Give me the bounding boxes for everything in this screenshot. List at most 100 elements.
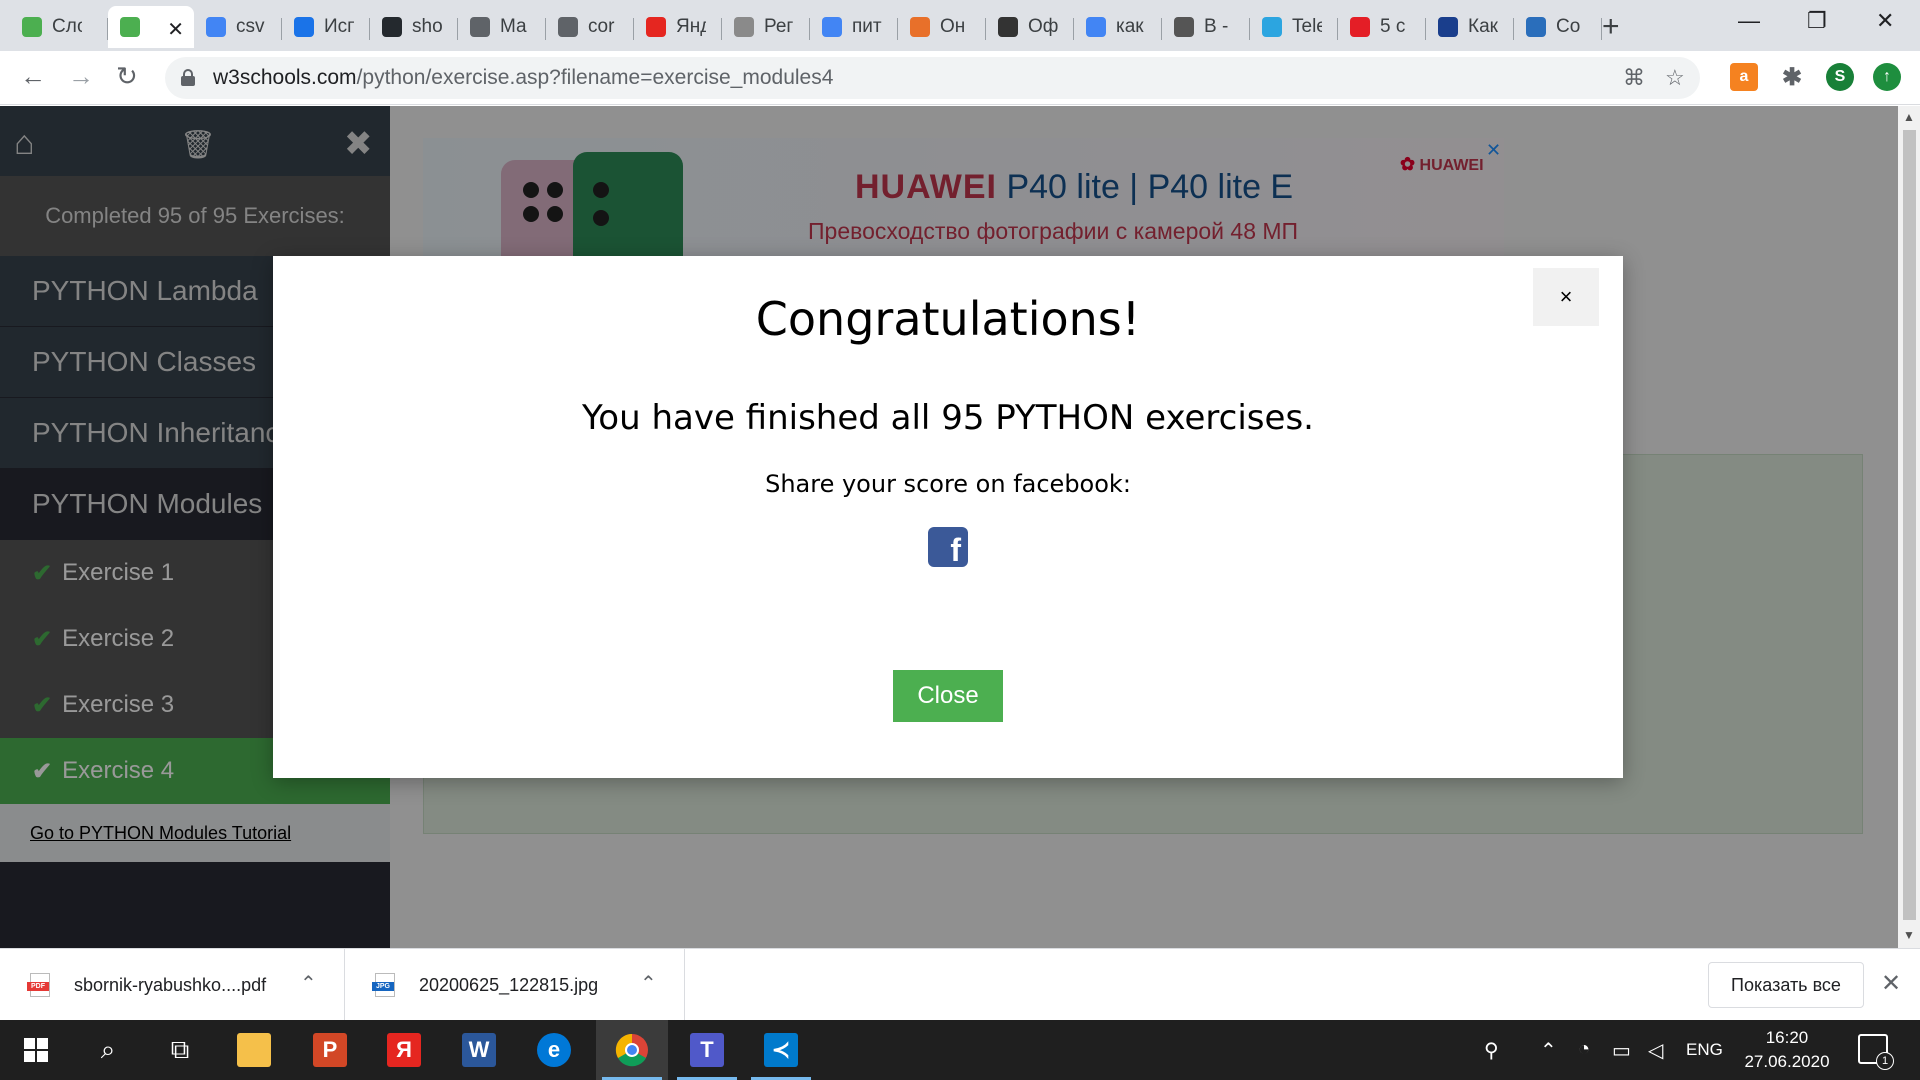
shopping-extension-icon[interactable]: a — [1730, 63, 1758, 91]
windows-taskbar: ⌕ ⧉ P Я W e T ≺ ⚲ ⌃ ◔ ▭ ◁ ENG 16:20 27.0… — [0, 1020, 1920, 1080]
google-icon — [206, 17, 226, 37]
browser-tab[interactable]: Ма — [458, 6, 546, 48]
robot-icon — [1174, 17, 1194, 37]
close-shelf-icon[interactable]: ✕ — [1881, 969, 1901, 998]
download-item[interactable]: PDF sbornik-ryabushko....pdf ⌃ — [0, 949, 345, 1021]
pdf-file-icon: PDF — [27, 973, 50, 997]
congratulations-modal: × Congratulations! You have finished all… — [273, 256, 1623, 778]
url-text: w3schools.com/python/exercise.asp?filena… — [213, 66, 834, 89]
windows-start-icon[interactable] — [0, 1020, 72, 1080]
tab-title: В - — [1204, 16, 1229, 37]
people-icon[interactable]: ⚲ — [1484, 1038, 1499, 1063]
tab-title: Рег — [764, 16, 794, 37]
edge-icon[interactable]: e — [518, 1020, 590, 1080]
minimize-icon[interactable]: — — [1738, 8, 1760, 34]
google-icon — [822, 17, 842, 37]
browser-tab[interactable]: Он — [898, 6, 986, 48]
browser-tab[interactable]: cor — [546, 6, 634, 48]
search-icon[interactable]: ⌕ — [72, 1020, 144, 1080]
browser-tab[interactable]: как — [1074, 6, 1162, 48]
browser-tab[interactable]: csv — [194, 6, 282, 48]
file-explorer-icon[interactable] — [218, 1020, 290, 1080]
scroll-up-icon[interactable]: ▲ — [1903, 110, 1915, 124]
translate-icon[interactable]: ⌘ — [1623, 65, 1645, 91]
new-tab-button[interactable]: + — [1602, 10, 1620, 44]
tab-title: пит — [852, 16, 882, 37]
scroll-down-icon[interactable]: ▼ — [1903, 928, 1915, 942]
browser-tab[interactable]: sho — [370, 6, 458, 48]
browser-tab[interactable]: Tele — [1250, 6, 1338, 48]
vscode-icon[interactable]: ≺ — [745, 1020, 817, 1080]
show-hidden-icons-icon[interactable]: ⌃ — [1540, 1038, 1557, 1063]
language-indicator[interactable]: ENG — [1686, 1040, 1723, 1060]
browser-tab-active[interactable]: ✕ — [108, 6, 194, 48]
browser-tab[interactable]: В - — [1162, 6, 1250, 48]
task-view-icon[interactable]: ⧉ — [144, 1020, 216, 1080]
download-item[interactable]: JPG 20200625_122815.jpg ⌃ — [345, 949, 685, 1021]
tab-title: Ма — [500, 16, 527, 37]
browser-tab[interactable]: Сло — [10, 6, 108, 48]
chrome-icon[interactable] — [596, 1020, 668, 1080]
tab-title: Янд — [676, 16, 706, 37]
address-bar[interactable]: w3schools.com/python/exercise.asp?filena… — [165, 57, 1700, 99]
modal-title: Congratulations! — [755, 292, 1141, 346]
scrollbar-thumb[interactable] — [1903, 130, 1916, 920]
tab-title: Tele — [1292, 16, 1322, 37]
browser-tab[interactable]: Оф — [986, 6, 1074, 48]
github-icon — [382, 17, 402, 37]
facebook-icon[interactable]: f — [928, 527, 968, 567]
close-button[interactable]: Close — [893, 670, 1003, 722]
profile-avatar[interactable]: S — [1826, 63, 1854, 91]
google-icon — [1086, 17, 1106, 37]
teams-icon[interactable]: T — [671, 1020, 743, 1080]
chat-icon — [1526, 17, 1546, 37]
tab-title: cor — [588, 16, 615, 37]
yandex-icon — [646, 17, 666, 37]
bookmark-star-icon[interactable]: ☆ — [1665, 65, 1685, 91]
share-prompt: Share your score on facebook: — [765, 470, 1131, 498]
reload-icon[interactable]: ↻ — [116, 63, 138, 89]
page-scrollbar[interactable]: ▲ ▼ — [1898, 106, 1920, 948]
word-icon[interactable]: W — [443, 1020, 515, 1080]
update-icon[interactable]: ↑ — [1873, 63, 1901, 91]
image-file-icon: JPG — [372, 973, 395, 997]
tab-title: Как — [1468, 16, 1498, 37]
system-clock[interactable]: 16:20 27.06.2020 — [1742, 1026, 1832, 1074]
tab-title: как — [1116, 16, 1144, 37]
browser-tab[interactable]: пит — [810, 6, 898, 48]
tab-close-icon[interactable]: ✕ — [167, 17, 184, 42]
chevron-up-icon[interactable]: ⌃ — [640, 971, 657, 996]
lock-icon — [181, 69, 195, 86]
w3r-icon — [734, 17, 754, 37]
tab-title: Исп — [324, 16, 354, 37]
modal-message: You have finished all 95 PYTHON exercise… — [582, 398, 1314, 438]
browser-tab[interactable]: 5 с — [1338, 6, 1426, 48]
powerpoint-icon[interactable]: P — [294, 1020, 366, 1080]
cap-icon — [998, 17, 1018, 37]
globe-icon — [294, 17, 314, 37]
wifi-icon[interactable]: ◔ — [1578, 1038, 1590, 1061]
swiss-icon — [1350, 17, 1370, 37]
browser-toolbar: ← → ↻ w3schools.com/python/exercise.asp?… — [0, 51, 1920, 105]
w3-icon — [120, 17, 140, 37]
extensions-puzzle-icon[interactable]: ✱ — [1778, 63, 1806, 91]
browser-tab[interactable]: Рег — [722, 6, 810, 48]
back-icon[interactable]: ← — [20, 63, 46, 89]
tab-title: csv — [236, 16, 265, 37]
browser-tab[interactable]: Со — [1514, 6, 1602, 48]
browser-tab[interactable]: Исп — [282, 6, 370, 48]
forward-icon[interactable]: → — [68, 63, 94, 89]
chevron-up-icon[interactable]: ⌃ — [300, 971, 317, 996]
browser-tab-strip: Сло ✕ csv Исп sho Ма cor Янд Рег пит Он Оф как В - Tel… — [0, 0, 1920, 51]
battery-icon[interactable]: ▭ — [1612, 1038, 1631, 1063]
window-close-icon[interactable]: ✕ — [1876, 8, 1894, 34]
action-center-icon[interactable]: 1 — [1858, 1034, 1894, 1070]
restore-icon[interactable]: ❐ — [1807, 8, 1827, 34]
yandex-browser-icon[interactable]: Я — [368, 1020, 440, 1080]
browser-tab[interactable]: Как — [1426, 6, 1514, 48]
browser-tab[interactable]: Янд — [634, 6, 722, 48]
show-all-downloads-button[interactable]: Показать все — [1708, 962, 1864, 1008]
volume-icon[interactable]: ◁ — [1648, 1038, 1663, 1063]
w3-icon — [22, 17, 42, 37]
telegram-icon — [1262, 17, 1282, 37]
